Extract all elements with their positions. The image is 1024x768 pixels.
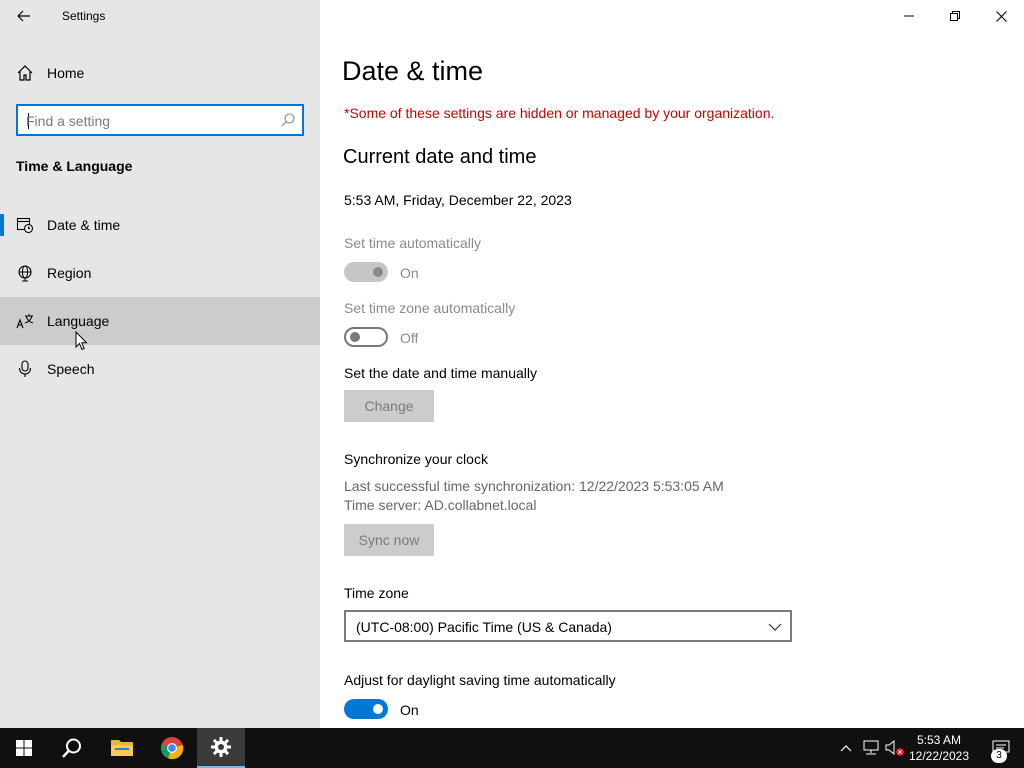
tray-overflow-button[interactable] bbox=[836, 738, 856, 758]
back-arrow-icon bbox=[17, 10, 30, 22]
chevron-up-icon bbox=[840, 745, 852, 752]
search-icon bbox=[62, 738, 81, 758]
toggle-knob bbox=[373, 267, 383, 277]
start-button[interactable] bbox=[0, 728, 48, 768]
network-tray-button[interactable] bbox=[861, 738, 881, 758]
nav-home-label: Home bbox=[47, 65, 85, 81]
taskbar-clock[interactable]: 5:53 AM 12/22/2023 bbox=[900, 732, 978, 764]
dst-state: On bbox=[400, 702, 419, 718]
timezone-dropdown[interactable]: (UTC-08:00) Pacific Time (US & Canada) bbox=[344, 610, 792, 642]
search-input[interactable] bbox=[26, 111, 276, 131]
title-bar: Settings bbox=[0, 0, 320, 32]
language-icon bbox=[16, 314, 34, 329]
time-server-text: Time server: AD.collabnet.local bbox=[344, 497, 537, 513]
current-date-time: 5:53 AM, Friday, December 22, 2023 bbox=[344, 192, 572, 208]
back-button[interactable] bbox=[10, 4, 38, 28]
set-timezone-auto-label: Set time zone automatically bbox=[344, 300, 516, 316]
globe-icon bbox=[18, 265, 32, 282]
active-indicator bbox=[0, 214, 4, 236]
file-explorer-button[interactable] bbox=[98, 728, 146, 768]
notification-count-badge: 3 bbox=[991, 749, 1007, 763]
sidebar-item-region[interactable]: Region bbox=[0, 249, 320, 297]
app-title: Settings bbox=[62, 9, 106, 23]
search-field[interactable] bbox=[16, 104, 304, 136]
page-title: Date & time bbox=[342, 56, 484, 86]
set-timezone-auto-state: Off bbox=[400, 330, 419, 346]
timezone-label: Time zone bbox=[344, 585, 409, 601]
chrome-icon bbox=[160, 737, 184, 760]
chrome-button[interactable] bbox=[148, 728, 196, 768]
home-icon bbox=[17, 65, 33, 81]
set-timezone-auto-toggle[interactable] bbox=[344, 327, 388, 347]
clock-time: 5:53 AM bbox=[916, 733, 962, 747]
date-time-icon bbox=[16, 217, 34, 234]
chevron-down-icon bbox=[768, 623, 782, 631]
taskbar: 5:53 AM 12/22/2023 3 bbox=[0, 728, 1024, 768]
sidebar-item-label: Speech bbox=[47, 361, 95, 377]
sidebar-item-label: Language bbox=[47, 313, 110, 329]
folder-icon bbox=[111, 740, 133, 756]
set-time-auto-state: On bbox=[400, 265, 419, 281]
sidebar-item-date-time[interactable]: Date & time bbox=[0, 201, 320, 249]
clock-date: 12/22/2023 bbox=[908, 749, 970, 763]
windows-logo-icon bbox=[16, 740, 32, 756]
search-icon[interactable] bbox=[280, 112, 296, 128]
mouse-cursor-icon bbox=[75, 331, 88, 351]
sidebar-item-speech[interactable]: Speech bbox=[0, 345, 320, 393]
microphone-icon bbox=[18, 360, 32, 377]
network-icon bbox=[863, 740, 879, 755]
search-taskbar-button[interactable] bbox=[48, 728, 96, 768]
sidebar-item-label: Region bbox=[47, 265, 92, 281]
section-title: Time & Language bbox=[16, 158, 133, 174]
sidebar: Settings Home Time & Language Date & tim… bbox=[0, 0, 320, 728]
dst-label: Adjust for daylight saving time automati… bbox=[344, 672, 616, 688]
gear-icon bbox=[211, 737, 231, 757]
toggle-knob bbox=[350, 332, 360, 342]
current-date-heading: Current date and time bbox=[343, 146, 537, 168]
sync-heading: Synchronize your clock bbox=[344, 451, 488, 467]
settings-taskbar-button[interactable] bbox=[197, 728, 245, 768]
main-content: Date & time *Some of these settings are … bbox=[320, 0, 1024, 728]
nav-home[interactable]: Home bbox=[0, 52, 320, 94]
last-sync-text: Last successful time synchronization: 12… bbox=[344, 478, 724, 494]
set-time-auto-toggle[interactable] bbox=[344, 262, 388, 282]
sync-now-button[interactable]: Sync now bbox=[344, 524, 434, 556]
toggle-knob bbox=[373, 704, 383, 714]
set-time-auto-label: Set time automatically bbox=[344, 235, 481, 251]
sidebar-item-label: Date & time bbox=[47, 217, 121, 233]
sidebar-item-language[interactable]: Language bbox=[0, 297, 320, 345]
org-warning-text: *Some of these settings are hidden or ma… bbox=[344, 105, 775, 121]
timezone-value: (UTC-08:00) Pacific Time (US & Canada) bbox=[356, 619, 612, 635]
change-button[interactable]: Change bbox=[344, 390, 434, 422]
dst-toggle[interactable] bbox=[344, 699, 388, 719]
manual-date-label: Set the date and time manually bbox=[344, 365, 538, 381]
